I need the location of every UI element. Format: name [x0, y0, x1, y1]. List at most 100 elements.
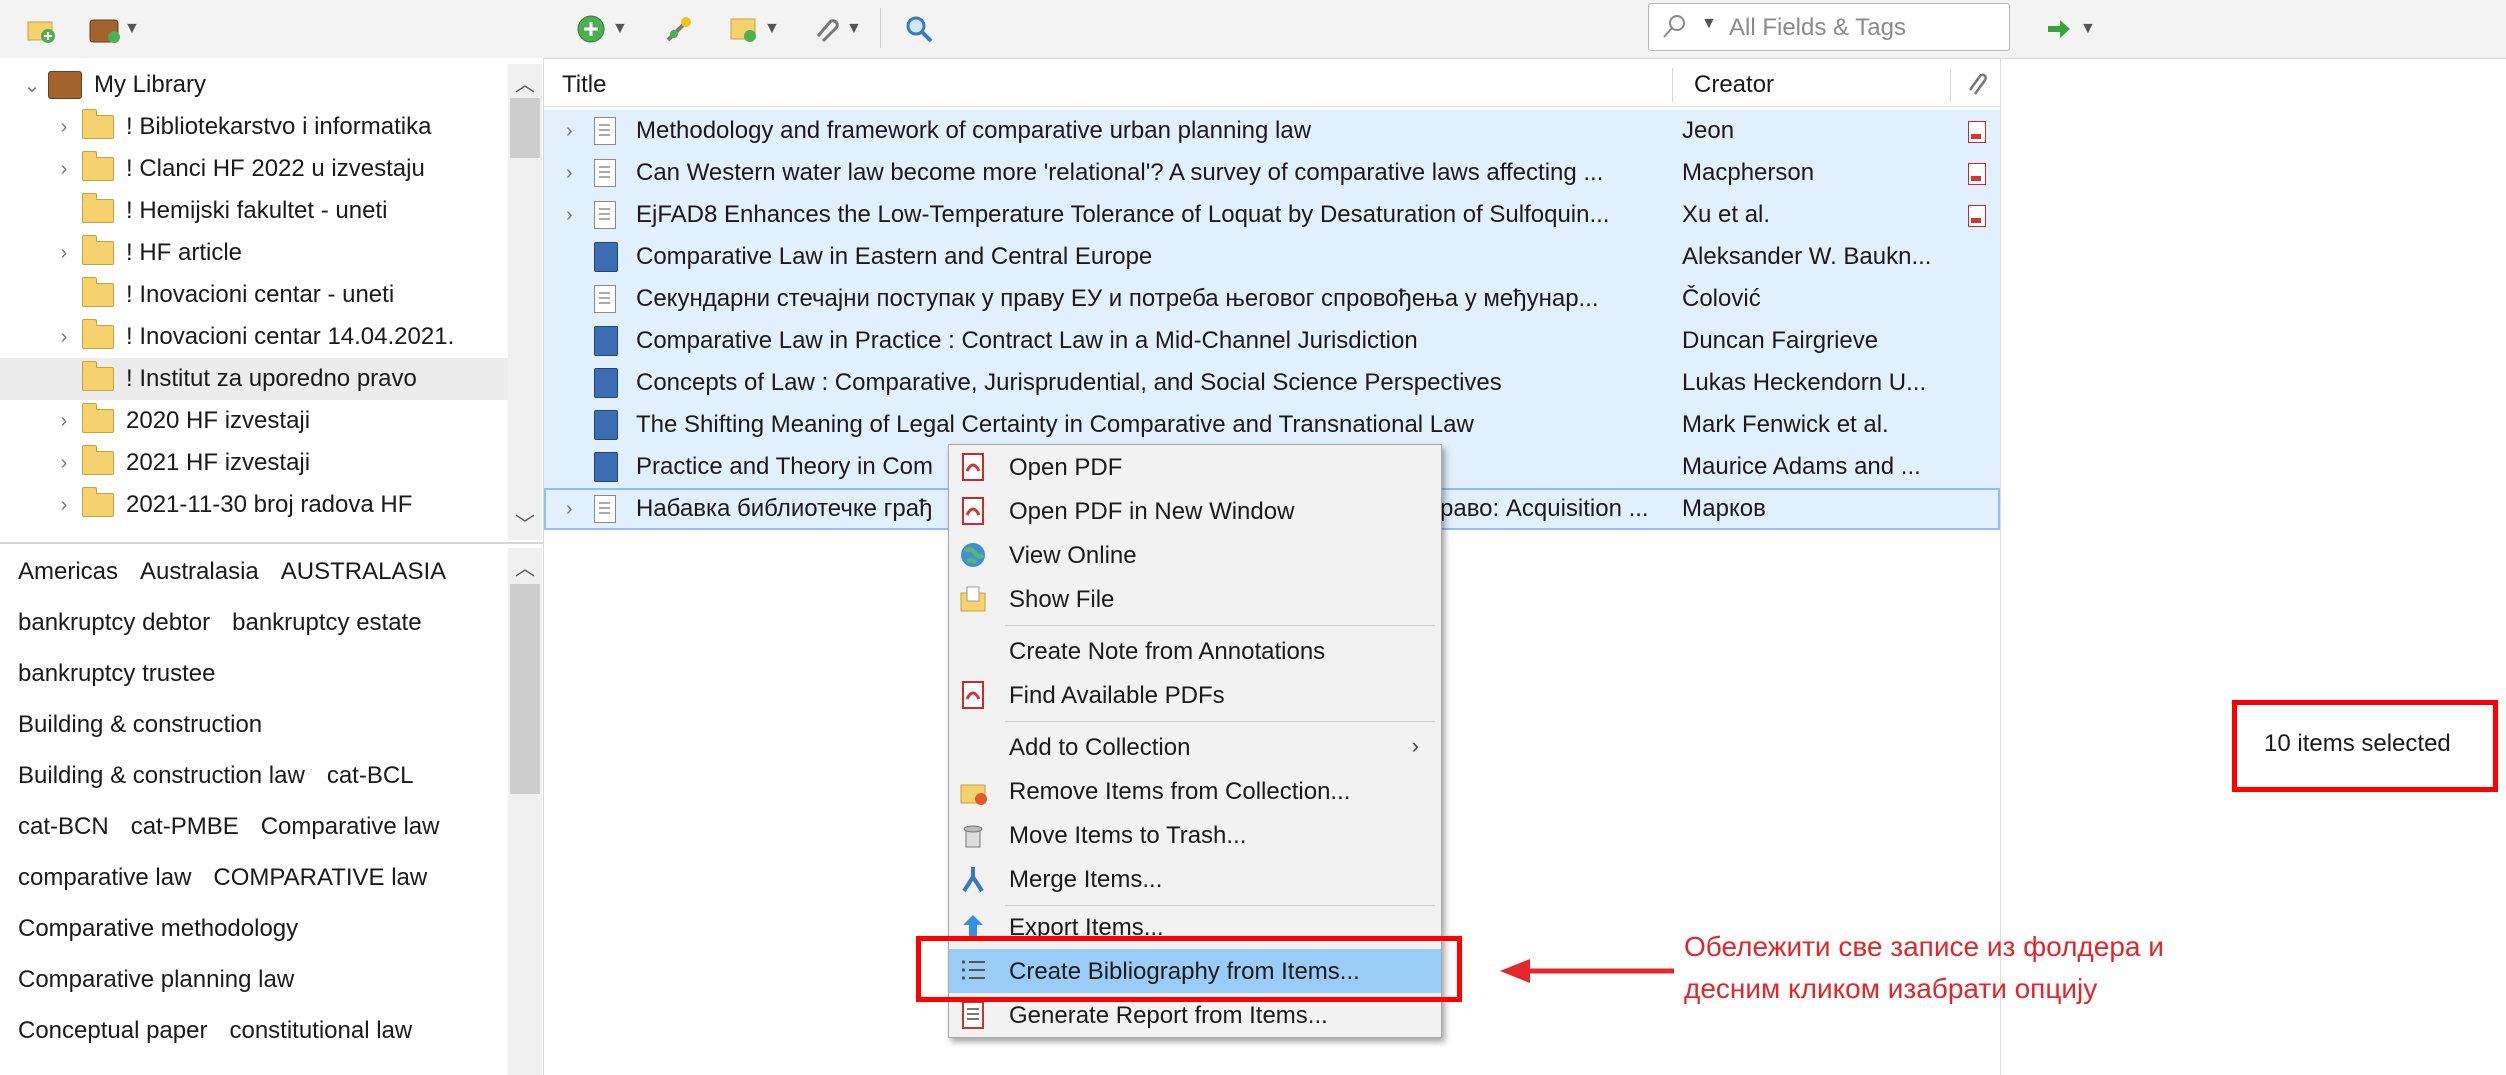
menu-item-add-to-collection[interactable]: Add to Collection › — [949, 725, 1441, 769]
selection-status: 10 items selected — [2264, 730, 2451, 757]
tag[interactable]: COMPARATIVE law — [213, 864, 427, 891]
tag[interactable]: Conceptual paper — [18, 1017, 207, 1044]
tag[interactable]: Building & construction law — [18, 762, 305, 789]
menu-item-show-file[interactable]: Show File — [949, 577, 1441, 621]
menu-item-merge-items[interactable]: Merge Items... — [949, 857, 1441, 901]
collection-item[interactable]: › ! Bibliotekarstvo i informatika — [0, 106, 508, 148]
folder-icon — [82, 361, 114, 391]
menu-item-find-available-pdfs[interactable]: Find Available PDFs — [949, 673, 1441, 717]
collection-item[interactable]: › ! Clanci HF 2022 u izvestaju — [0, 148, 508, 190]
tag[interactable]: cat-BCL — [327, 762, 414, 789]
tag[interactable]: Comparative methodology — [18, 915, 298, 942]
attachment-icon — [810, 14, 840, 44]
attachment-button[interactable]: ▼ — [810, 9, 862, 49]
scroll-up-icon[interactable]: ︿ — [508, 68, 542, 97]
table-row[interactable]: › EjFAD8 Enhances the Low-Temperature To… — [544, 194, 2000, 236]
search-placeholder: All Fields & Tags — [1729, 14, 1906, 41]
tag[interactable]: constitutional law — [229, 1017, 412, 1044]
menu-item-remove-from-collection[interactable]: Remove Items from Collection... — [949, 769, 1441, 813]
item-creator: Maurice Adams and ... — [1682, 453, 1921, 480]
tag[interactable]: cat-BCN — [18, 813, 109, 840]
collection-label: ! Inovacioni centar - uneti — [126, 281, 395, 308]
column-divider[interactable] — [1672, 68, 1673, 102]
annotation-arrow — [1500, 959, 1674, 983]
menu-item-move-to-trash[interactable]: Move Items to Trash... — [949, 813, 1441, 857]
collection-item[interactable]: ! Inovacioni centar - uneti — [0, 274, 508, 316]
collection-item-selected[interactable]: ! Institut za uporedno pravo — [0, 358, 508, 400]
new-note-button[interactable]: ▼ — [728, 9, 780, 49]
tag[interactable]: comparative law — [18, 864, 191, 891]
collection-tree-scrollbar[interactable]: ︿ ﹀ — [508, 64, 542, 540]
tag[interactable]: AUSTRALASIA — [281, 558, 446, 585]
table-row[interactable]: The Shifting Meaning of Legal Certainty … — [544, 404, 2000, 446]
tag[interactable]: bankruptcy estate — [232, 609, 421, 636]
scroll-up-icon[interactable]: ︿ — [508, 552, 542, 581]
tag[interactable]: bankruptcy debtor — [18, 609, 210, 636]
book-icon — [594, 326, 618, 356]
chevron-right-icon[interactable]: › — [566, 204, 573, 227]
collection-item[interactable]: ! Hemijski fakultet - uneti — [0, 190, 508, 232]
scroll-down-icon[interactable]: ﹀ — [508, 508, 542, 537]
sync-button[interactable]: ▼ — [2044, 9, 2096, 49]
menu-item-view-online[interactable]: View Online — [949, 533, 1441, 577]
table-row[interactable]: Comparative Law in Practice : Contract L… — [544, 320, 2000, 362]
tag-selector-scrollbar[interactable]: ︿ — [508, 548, 542, 1075]
new-collection-icon — [26, 14, 56, 44]
chevron-right-icon[interactable]: › — [54, 410, 74, 433]
advanced-search-button[interactable] — [904, 9, 934, 49]
table-row[interactable]: Concepts of Law : Comparative, Jurisprud… — [544, 362, 2000, 404]
tag[interactable]: Comparative law — [261, 813, 440, 840]
table-row[interactable]: Comparative Law in Eastern and Central E… — [544, 236, 2000, 278]
chevron-right-icon[interactable]: › — [54, 494, 74, 517]
scrollbar-thumb[interactable] — [510, 584, 540, 794]
search-mode-dropdown-icon[interactable]: ▼ — [1701, 15, 1717, 33]
collection-my-library[interactable]: ⌄ My Library — [0, 64, 508, 106]
pdf-icon — [959, 681, 987, 709]
tag[interactable]: bankruptcy trustee — [18, 660, 215, 687]
folder-icon — [82, 277, 114, 307]
collection-item[interactable]: › 2021-11-30 broj radova HF — [0, 484, 508, 526]
chevron-right-icon[interactable]: › — [54, 158, 74, 181]
search-input[interactable]: ▼ All Fields & Tags — [1648, 3, 2010, 51]
tag[interactable]: Australasia — [140, 558, 259, 585]
item-creator: Duncan Fairgrieve — [1682, 327, 1879, 354]
annotation-line: Обележити све записе из фолдера и — [1684, 931, 2164, 962]
chevron-right-icon[interactable]: › — [566, 120, 573, 143]
column-divider[interactable] — [1950, 68, 1951, 102]
collection-item[interactable]: › ! Inovacioni centar 14.04.2021. — [0, 316, 508, 358]
menu-item-open-pdf[interactable]: Open PDF — [949, 445, 1441, 489]
new-library-button[interactable]: ▼ — [88, 9, 140, 49]
chevron-right-icon[interactable]: › — [566, 498, 573, 521]
new-item-button[interactable]: ▼ — [576, 9, 628, 49]
add-by-identifier-button[interactable] — [664, 9, 694, 49]
chevron-right-icon[interactable]: › — [566, 162, 573, 185]
item-title: Секундарни стечајни поступак у праву ЕУ … — [636, 285, 1599, 312]
chevron-down-icon: ▼ — [846, 20, 862, 37]
collection-label: ! Institut za uporedno pravo — [126, 365, 417, 392]
table-row[interactable]: Секундарни стечајни поступак у праву ЕУ … — [544, 278, 2000, 320]
pane-splitter[interactable] — [0, 542, 543, 544]
table-row[interactable]: › Methodology and framework of comparati… — [544, 110, 2000, 152]
tag[interactable]: Building & construction — [18, 711, 262, 738]
chevron-down-icon: ▼ — [612, 20, 628, 37]
chevron-right-icon[interactable]: › — [54, 326, 74, 349]
chevron-right-icon[interactable]: › — [54, 116, 74, 139]
table-row[interactable]: › Can Western water law become more 'rel… — [544, 152, 2000, 194]
chevron-right-icon[interactable]: › — [54, 452, 74, 475]
tag[interactable]: cat-PMBE — [131, 813, 239, 840]
collection-item[interactable]: › 2021 HF izvestaji — [0, 442, 508, 484]
collection-item[interactable]: › 2020 HF izvestaji — [0, 400, 508, 442]
scrollbar-thumb[interactable] — [510, 98, 540, 158]
chevron-down-icon[interactable]: ⌄ — [22, 73, 42, 98]
menu-item-open-pdf-new-window[interactable]: Open PDF in New Window — [949, 489, 1441, 533]
folder-icon — [82, 151, 114, 181]
column-header-attachments[interactable] — [1964, 64, 1988, 106]
column-header-creator[interactable]: Creator — [1694, 64, 1774, 106]
new-collection-button[interactable] — [26, 9, 56, 49]
menu-item-create-note-from-annotations[interactable]: Create Note from Annotations — [949, 629, 1441, 673]
column-header-title[interactable]: Title — [562, 64, 606, 106]
collection-item[interactable]: › ! HF article — [0, 232, 508, 274]
tag[interactable]: Comparative planning law — [18, 966, 294, 993]
chevron-right-icon[interactable]: › — [54, 242, 74, 265]
tag[interactable]: Americas — [18, 558, 118, 585]
